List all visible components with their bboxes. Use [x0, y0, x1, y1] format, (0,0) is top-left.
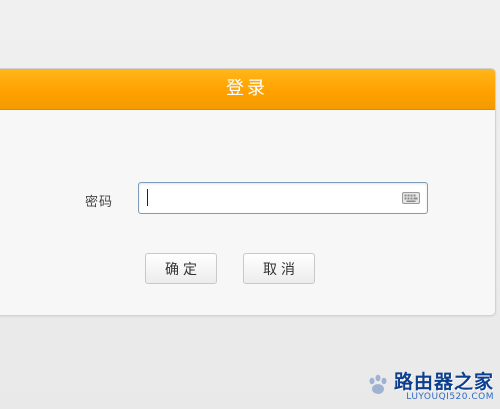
baidu-paw-icon: [369, 374, 387, 394]
text-caret: [147, 189, 148, 206]
password-label: 密码: [85, 195, 114, 210]
cancel-button[interactable]: 取消: [243, 253, 315, 284]
login-dialog: 登录 密码 确定 取消: [0, 68, 496, 316]
site-watermark: 路由器之家 LUYOUQI520.COM: [394, 372, 494, 403]
watermark-url: LUYOUQI520.COM: [406, 392, 494, 402]
password-field-wrapper: [138, 182, 428, 214]
dialog-title: 登录: [226, 78, 268, 99]
keyboard-icon[interactable]: [402, 192, 420, 204]
watermark-title: 路由器之家: [393, 371, 494, 393]
dialog-titlebar: 登录: [0, 69, 495, 110]
confirm-button[interactable]: 确定: [145, 253, 217, 284]
password-input[interactable]: [145, 186, 385, 208]
